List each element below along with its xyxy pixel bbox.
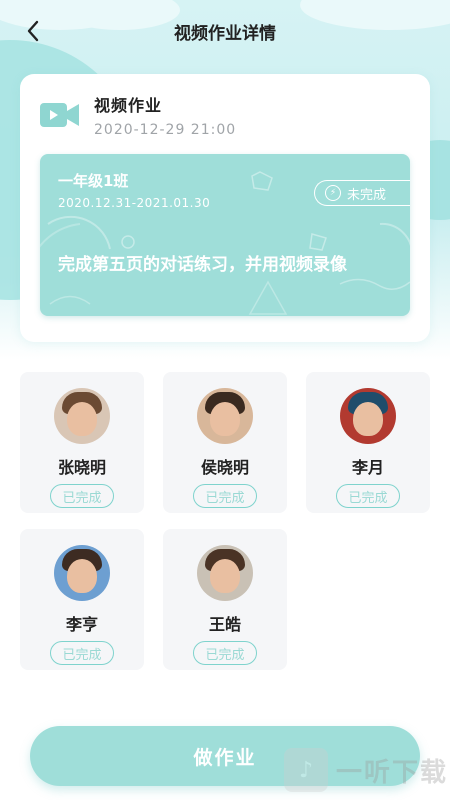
homework-type: 视频作业 (94, 96, 163, 115)
homework-header: 视频作业 2020-12-29 21:00 (40, 92, 236, 138)
page-title: 视频作业详情 (174, 23, 276, 44)
lightning-icon: ⚡ (325, 185, 341, 201)
avatar (340, 388, 396, 444)
avatar (54, 545, 110, 601)
student-card[interactable]: 王皓 已完成 (163, 529, 287, 670)
student-name: 李月 (351, 458, 384, 477)
date-range: 2020.12.31-2021.01.30 (58, 196, 211, 210)
student-card[interactable]: 张晓明 已完成 (20, 372, 144, 513)
chevron-left-icon (27, 20, 39, 42)
student-grid: 张晓明 已完成 侯晓明 已完成 李月 已完成 李亨 已完成 王皓 已完成 (20, 372, 430, 670)
watermark-text: 一听下载 (335, 757, 448, 788)
status-badge: ⚡ 未完成 (314, 180, 410, 206)
avatar (54, 388, 110, 444)
completed-badge: 已完成 (50, 641, 114, 665)
student-card[interactable]: 李亨 已完成 (20, 529, 144, 670)
watermark-logo-icon: ♪ (283, 748, 328, 792)
student-name: 侯晓明 (200, 458, 249, 477)
student-name: 张晓明 (57, 458, 106, 477)
completed-badge: 已完成 (336, 484, 400, 508)
homework-card: 视频作业 2020-12-29 21:00 一年级1班 2020.12.31-2… (20, 74, 430, 342)
homework-created-date: 2020-12-29 21:00 (94, 122, 237, 138)
back-button[interactable] (20, 18, 46, 44)
task-description: 完成第五页的对话练习，并用视频录像 (58, 255, 347, 275)
student-name: 李亨 (65, 615, 98, 634)
task-card: 一年级1班 2020.12.31-2021.01.30 ⚡ 未完成 完成第五页的… (40, 154, 410, 316)
completed-badge: 已完成 (193, 641, 257, 665)
class-name: 一年级1班 (58, 172, 129, 190)
watermark: ♪ 一听下载 (283, 748, 448, 792)
avatar (197, 545, 253, 601)
status-text: 未完成 (347, 187, 387, 203)
completed-badge: 已完成 (193, 484, 257, 508)
completed-badge: 已完成 (50, 484, 114, 508)
top-bar: 视频作业详情 (0, 0, 450, 62)
student-card[interactable]: 李月 已完成 (306, 372, 430, 513)
video-camera-icon (40, 103, 79, 127)
avatar (197, 388, 253, 444)
student-name: 王皓 (208, 615, 241, 634)
student-card[interactable]: 侯晓明 已完成 (163, 372, 287, 513)
